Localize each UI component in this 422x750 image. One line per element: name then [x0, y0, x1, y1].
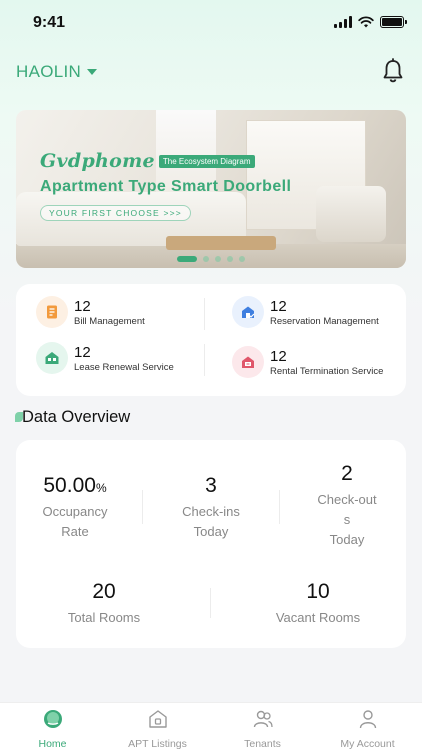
service-count: 12	[270, 347, 287, 365]
stat-total-rooms: 20 Total Rooms	[46, 580, 162, 628]
carousel-dot[interactable]	[215, 256, 221, 262]
carousel-dot[interactable]	[227, 256, 233, 262]
tenants-icon	[253, 710, 273, 728]
divider	[204, 298, 205, 330]
stat-label: Today	[193, 524, 229, 539]
service-count: 12	[74, 297, 91, 315]
divider	[204, 344, 205, 376]
stat-occupancy-rate: 50.00% Occupancy Rate	[20, 474, 130, 542]
stat-checkins-today: 3 Check-ins Today	[156, 474, 266, 542]
tab-home[interactable]: Home	[0, 708, 105, 750]
header: HAOLIN	[16, 58, 406, 88]
stat-label: Check-ins	[182, 504, 240, 519]
stat-vacant-rooms: 10 Vacant Rooms	[260, 580, 376, 628]
termination-icon	[232, 346, 264, 378]
carousel-dot[interactable]	[203, 256, 209, 262]
stat-label: Today	[329, 532, 365, 547]
stat-label: Check-out	[317, 492, 377, 507]
banner-title: Apartment Type Smart Doorbell	[40, 178, 292, 195]
service-label: Lease Renewal Service	[74, 361, 174, 373]
divider	[279, 490, 280, 524]
service-label: Reservation Management	[270, 315, 379, 327]
divider	[210, 588, 211, 618]
listings-icon	[148, 710, 167, 728]
services-card: 12 Bill Management 12 Reservation Manage…	[16, 284, 406, 396]
service-label: Rental Termination Service	[270, 365, 384, 377]
stat-label: Vacant Rooms	[275, 610, 361, 625]
divider	[142, 490, 143, 524]
tab-label: APT Listings	[128, 738, 187, 750]
overview-card: 50.00% Occupancy Rate 3 Check-ins Today …	[16, 440, 406, 648]
stat-value: 50.00	[43, 474, 96, 497]
signal-icon	[334, 16, 352, 28]
banner-cta[interactable]: YOUR FIRST CHOOSE >>>	[40, 205, 191, 221]
brand-logo: Gvdphome	[40, 150, 155, 172]
tab-label: Home	[38, 738, 67, 750]
stat-unit: %	[95, 481, 107, 495]
home-icon	[43, 710, 62, 728]
tab-label: My Account	[340, 738, 395, 750]
service-lease-renewal[interactable]: 12 Lease Renewal Service	[36, 342, 174, 374]
stat-value: 10	[306, 580, 330, 603]
banner-table	[166, 236, 276, 250]
account-icon	[359, 710, 376, 729]
tab-tenants[interactable]: Tenants	[210, 708, 315, 750]
carousel-dot[interactable]	[239, 256, 245, 262]
tab-apt-listings[interactable]: APT Listings	[105, 708, 210, 750]
lease-icon	[36, 342, 68, 374]
carousel-dots	[16, 256, 406, 262]
stat-value: 2	[341, 462, 353, 485]
stat-value: 20	[92, 580, 116, 603]
tab-bar: Home APT Listings Tenants My Account	[0, 702, 422, 750]
stat-label: Total Rooms	[67, 610, 141, 625]
wifi-icon	[358, 16, 374, 28]
battery-icon	[380, 16, 407, 28]
service-count: 12	[270, 297, 287, 315]
service-label: Bill Management	[74, 315, 145, 327]
stat-label: Rate	[61, 524, 89, 539]
bill-icon	[36, 296, 68, 328]
brand-tag: The Ecosystem Diagram	[158, 154, 255, 168]
stat-value: 3	[205, 474, 217, 497]
bell-icon[interactable]	[382, 58, 404, 84]
tab-my-account[interactable]: My Account	[315, 708, 420, 750]
banner-brand: Gvdphome The Ecosystem Diagram	[40, 150, 255, 172]
status-bar: 9:41	[0, 0, 422, 46]
reservation-icon	[232, 296, 264, 328]
location-selector[interactable]: HAOLIN	[16, 62, 98, 82]
status-time: 9:41	[33, 14, 66, 31]
stat-label: s	[343, 512, 351, 527]
service-reservation-management[interactable]: 12 Reservation Management	[232, 296, 379, 328]
service-rental-termination[interactable]: 12 Rental Termination Service	[232, 346, 383, 378]
stat-checkouts-today: 2 Check-out s Today	[292, 462, 402, 550]
section-title: Data Overview	[22, 408, 131, 426]
stat-label: Occupancy	[42, 504, 108, 519]
service-count: 12	[74, 343, 91, 361]
service-bill-management[interactable]: 12 Bill Management	[36, 296, 145, 328]
caret-down-icon	[87, 69, 98, 75]
status-icons	[334, 16, 407, 28]
banner-chair	[316, 186, 386, 242]
tab-label: Tenants	[244, 738, 281, 750]
carousel-dot[interactable]	[177, 256, 197, 262]
promo-banner[interactable]: Gvdphome The Ecosystem Diagram Apartment…	[16, 110, 406, 268]
location-name: HAOLIN	[16, 62, 82, 81]
